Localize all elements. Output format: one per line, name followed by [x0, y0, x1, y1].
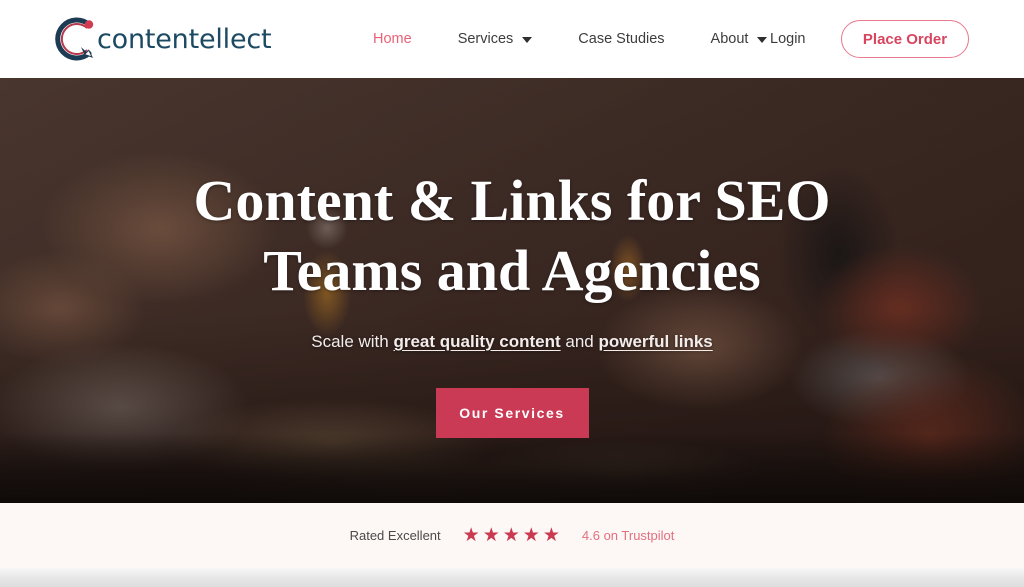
place-order-button[interactable]: Place Order [841, 20, 969, 58]
star-icon: ★ [522, 525, 540, 546]
star-icon: ★ [482, 525, 500, 546]
hero-content: Content & Links for SEO Teams and Agenci… [0, 78, 1024, 503]
hero-subtitle-highlight-1: great quality content [393, 332, 561, 351]
star-icon: ★ [462, 525, 480, 546]
nav-item-case-studies-label: Case Studies [578, 31, 665, 47]
star-rating: ★ ★ ★ ★ ★ [463, 526, 560, 545]
nav-item-services-label: Services [457, 31, 514, 47]
hero-subtitle: Scale with great quality content and pow… [311, 332, 713, 352]
brand-logo[interactable]: contentellect [48, 10, 272, 68]
nav-item-home[interactable]: Home [350, 0, 435, 78]
nav-item-case-studies[interactable]: Case Studies [555, 0, 687, 78]
hero-subtitle-prefix: Scale with [311, 332, 394, 351]
trustpilot-bar: Rated Excellent ★ ★ ★ ★ ★ 4.6 on Trustpilot [0, 503, 1024, 568]
main-navigation: Home Services Case Studies About [350, 0, 790, 78]
brand-name: contentellect [97, 23, 272, 55]
nav-item-about-label: About [710, 31, 749, 47]
page-bottom-strip [0, 568, 1024, 587]
star-icon: ★ [542, 525, 560, 546]
trustpilot-score[interactable]: 4.6 on Trustpilot [582, 528, 675, 543]
star-icon: ★ [502, 525, 520, 546]
place-order-button-label: Place Order [862, 30, 948, 48]
hero-section: Content & Links for SEO Teams and Agenci… [0, 78, 1024, 503]
our-services-button-label: Our Services [459, 405, 565, 421]
hero-subtitle-middle: and [560, 332, 599, 351]
our-services-button[interactable]: Our Services [435, 388, 589, 438]
hero-title-line-1: Content & Links for SEO [193, 168, 831, 233]
hero-title: Content & Links for SEO Teams and Agenci… [193, 166, 830, 306]
chevron-down-icon [522, 37, 533, 43]
site-header: contentellect Home Services Case Studies… [0, 0, 1024, 78]
hero-subtitle-highlight-2: powerful links [598, 332, 713, 351]
chevron-down-icon [757, 37, 768, 43]
nav-item-services[interactable]: Services [435, 0, 556, 78]
page-root: contentellect Home Services Case Studies… [0, 0, 1024, 587]
c-arc-pencil-logo-icon [48, 13, 100, 65]
login-link-label: Login [770, 31, 806, 47]
login-link[interactable]: Login [770, 0, 805, 78]
nav-item-home-label: Home [373, 31, 412, 47]
rated-excellent-label: Rated Excellent [349, 528, 441, 543]
hero-title-line-2: Teams and Agencies [263, 238, 761, 303]
